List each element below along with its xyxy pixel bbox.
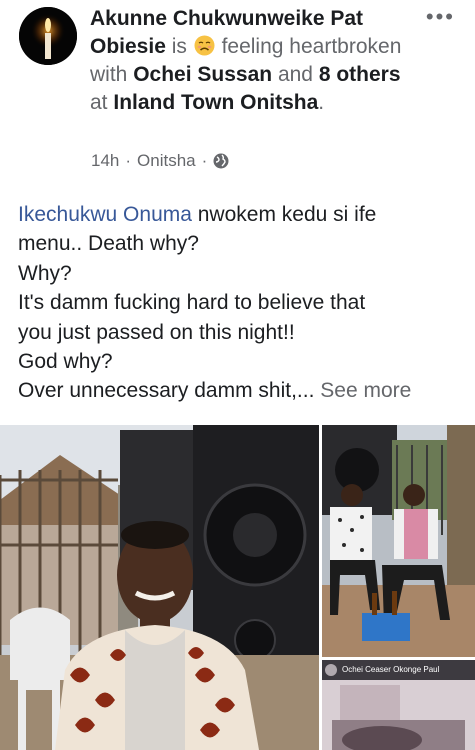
and-text: and xyxy=(277,63,313,86)
post-header: Akunne Chukwunweike Pat Obiesie is feeli… xyxy=(0,0,475,180)
meta-separator-2: · xyxy=(201,151,208,170)
body-line-1-rest: nwokem kedu si ife xyxy=(191,203,377,226)
post-place[interactable]: Onitsha xyxy=(137,151,196,171)
is-text: is xyxy=(171,35,187,58)
photo-main[interactable] xyxy=(0,425,319,750)
sad-face-icon xyxy=(194,35,215,56)
body-line-6: God why? xyxy=(18,350,113,374)
location-link[interactable]: Inland Town Onitsha xyxy=(113,91,318,114)
photo-top-right[interactable] xyxy=(322,425,475,657)
post-meta: 14h · Onitsha · xyxy=(91,151,229,171)
tagged-person-link[interactable]: Ochei Sussan xyxy=(133,63,272,86)
photo-overlay-caption: Ochei Ceaser Okonge Paul xyxy=(342,665,440,674)
see-more-link[interactable]: See more xyxy=(320,379,411,402)
more-options-button[interactable]: ••• xyxy=(426,4,455,30)
post-header-text: Akunne Chukwunweike Pat Obiesie is feeli… xyxy=(90,5,410,117)
body-line-7-text: Over unnecessary damm shit,... xyxy=(18,379,315,403)
post-time[interactable]: 14h xyxy=(91,151,119,171)
at-text: at xyxy=(90,91,108,114)
body-line-7: Over unnecessary damm shit,... See more xyxy=(18,376,463,405)
mention-link[interactable]: Ikechukwu Onuma xyxy=(18,203,192,226)
others-link[interactable]: 8 others xyxy=(319,63,401,86)
body-line-3: Why? xyxy=(18,261,72,285)
photo-grid: Ochei Ceaser Okonge Paul xyxy=(0,425,475,750)
meta-separator: · xyxy=(125,151,132,170)
globe-icon[interactable] xyxy=(213,153,229,169)
body-line-5: you just passed on this night!! xyxy=(18,320,295,344)
period: . xyxy=(318,91,325,114)
body-line-1: Ikechukwu Onuma nwokem kedu si ife xyxy=(18,200,463,229)
body-line-4: It's damm fucking hard to believe that xyxy=(18,291,366,315)
author-avatar[interactable] xyxy=(19,7,77,65)
photo-bottom-right[interactable]: Ochei Ceaser Okonge Paul xyxy=(322,660,475,750)
body-line-2: menu.. Death why? xyxy=(18,232,199,256)
post-body: Ikechukwu Onuma nwokem kedu si ife menu.… xyxy=(18,200,463,406)
